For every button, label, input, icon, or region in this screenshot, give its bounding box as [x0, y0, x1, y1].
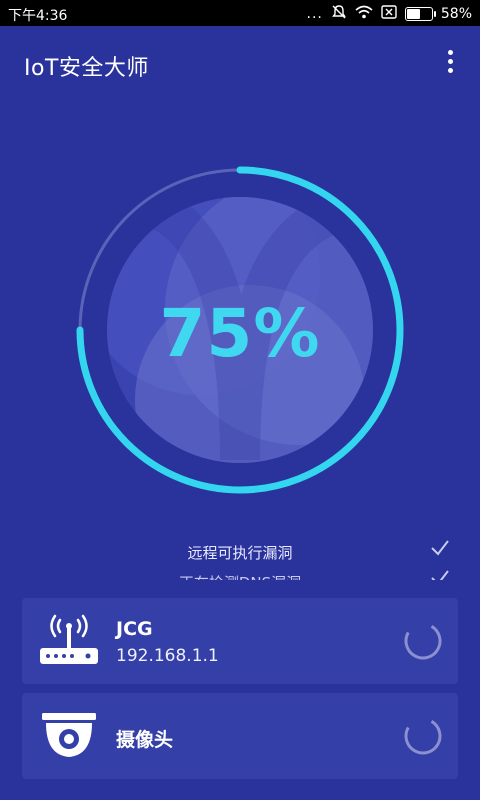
app-bar: IoT安全大师	[0, 26, 480, 96]
scan-item-label: 远程可执行漏洞	[187, 544, 293, 562]
mute-icon	[331, 4, 347, 24]
device-name: JCG	[116, 618, 153, 640]
notification-dots: ...	[306, 6, 323, 22]
status-bar: 下午4:36 ... 58%	[0, 0, 480, 26]
scan-item: 远程可执行漏洞	[0, 536, 480, 566]
scan-item: 正在检测DNS漏洞	[0, 566, 480, 580]
scan-progress: 75%	[0, 100, 480, 500]
check-icon	[431, 570, 449, 580]
battery-percent: 58%	[440, 6, 472, 22]
check-icon	[431, 540, 449, 556]
device-card-camera[interactable]: 摄像头	[22, 693, 458, 779]
camera-icon	[42, 713, 96, 757]
device-card-router[interactable]: JCG 192.168.1.1	[22, 598, 458, 684]
progress-percent: 75%	[159, 295, 321, 372]
wifi-icon	[355, 5, 373, 23]
scan-list: 远程可执行漏洞 正在检测DNS漏洞	[0, 536, 480, 580]
status-time: 下午4:36	[8, 8, 68, 24]
scan-item-label: 正在检测DNS漏洞	[0, 572, 480, 580]
router-icon	[40, 614, 98, 664]
more-vert-icon[interactable]	[440, 46, 460, 76]
sim-disabled-icon	[381, 5, 397, 23]
status-icons: ... 58%	[307, 4, 472, 24]
device-name: 摄像头	[116, 729, 174, 751]
battery-icon	[404, 7, 436, 21]
app-title: IoT安全大师	[24, 56, 149, 81]
device-ip: 192.168.1.1	[116, 646, 219, 666]
loading-spinner-icon	[404, 622, 442, 660]
loading-spinner-icon	[404, 717, 442, 755]
